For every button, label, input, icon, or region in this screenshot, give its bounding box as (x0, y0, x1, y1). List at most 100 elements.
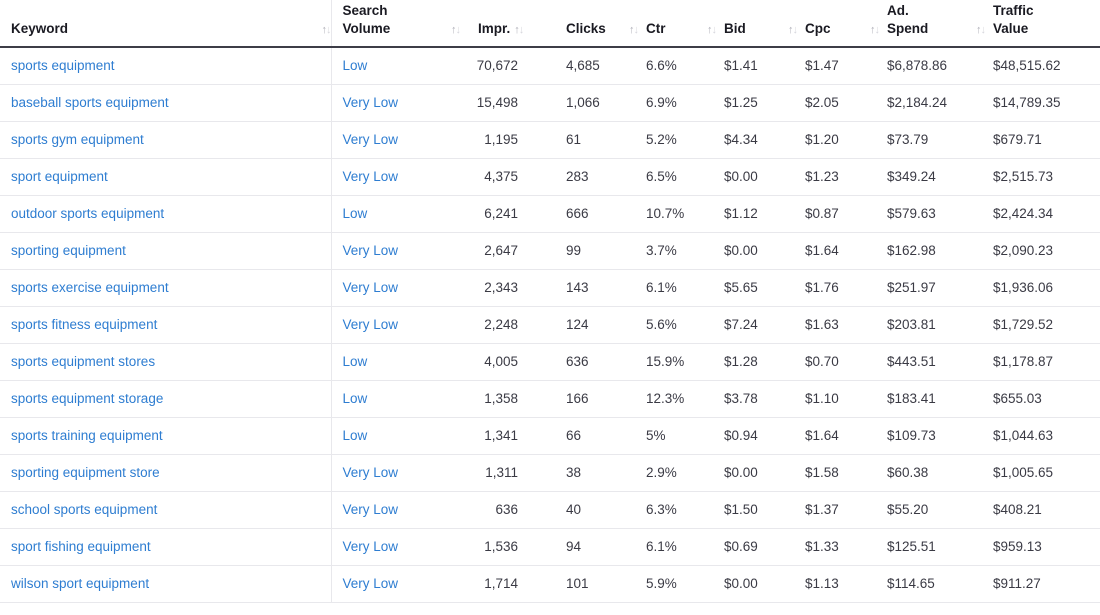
keyword-metrics-table-container: Keyword ↑↓ Search Volume ↑↓ Impr. ↑↓ Clicks ↑↓ Ct… (0, 0, 1100, 615)
column-header-label: Ad. Spend (887, 3, 929, 36)
search-volume-link[interactable]: Very Low (343, 539, 399, 554)
keyword-link[interactable]: sports equipment stores (11, 354, 155, 369)
keyword-link[interactable]: sport equipment (11, 169, 108, 184)
cell-traffic: $655.03 (985, 380, 1100, 418)
sort-toggle-icon[interactable]: ↑↓ (514, 25, 524, 37)
column-header-spend[interactable]: Ad. Spend ↑↓ (879, 0, 986, 48)
search-volume-link[interactable]: Very Low (343, 317, 399, 332)
search-volume-link[interactable]: Low (343, 428, 368, 443)
keyword-link[interactable]: sports training equipment (11, 428, 163, 443)
table-row: sports equipment stores Low 4,005 636 15.9% $… (0, 343, 1100, 381)
cell-volume: Low (330, 195, 460, 233)
search-volume-link[interactable]: Very Low (343, 502, 399, 517)
cell-cpc: $1.23 (797, 158, 879, 196)
search-volume-link[interactable]: Very Low (343, 132, 399, 147)
column-header-keyword[interactable]: Keyword ↑↓ (0, 0, 332, 48)
cell-volume: Very Low (330, 158, 460, 196)
cell-keyword: sport equipment (0, 158, 331, 196)
cell-cpc: $1.64 (797, 232, 879, 270)
table-row: sports training equipment Low 1,341 66 5% $0.… (0, 417, 1100, 455)
cell-volume: Very Low (330, 269, 460, 307)
table-row: sports exercise equipment Very Low 2,343 14… (0, 269, 1100, 307)
cell-bid: $0.69 (716, 528, 797, 566)
cell-spend: $73.79 (879, 121, 985, 159)
keyword-link[interactable]: school sports equipment (11, 502, 157, 517)
cell-spend: $251.97 (879, 269, 985, 307)
cell-cpc: $1.63 (797, 306, 879, 344)
keyword-link[interactable]: sporting equipment (11, 243, 126, 258)
sort-toggle-icon[interactable]: ↑↓ (629, 25, 639, 37)
cell-bid: $1.50 (716, 491, 797, 529)
keyword-link[interactable]: sports equipment storage (11, 391, 163, 406)
search-volume-link[interactable]: Very Low (343, 95, 399, 110)
search-volume-link[interactable]: Low (343, 391, 368, 406)
search-volume-link[interactable]: Low (343, 58, 368, 73)
column-header-ctr[interactable]: Ctr ↑↓ (638, 0, 717, 48)
cell-cpc: $1.10 (797, 380, 879, 418)
column-header-clicks[interactable]: Clicks ↑↓ (548, 0, 639, 48)
cell-clicks: 66 (548, 417, 638, 455)
keyword-link[interactable]: sports equipment (11, 58, 115, 73)
cell-keyword: baseball sports equipment (0, 84, 331, 122)
column-header-impr[interactable]: Impr. ↑↓ (460, 0, 548, 48)
table-row: sports equipment Low 70,672 4,685 6.6% $1.41 $… (0, 47, 1100, 85)
cell-ctr: 12.3% (638, 380, 716, 418)
sort-toggle-icon[interactable]: ↑↓ (322, 25, 332, 37)
cell-impr: 1,341 (460, 417, 548, 455)
column-header-traffic[interactable]: TrafficValue↑↓ (985, 0, 1100, 48)
search-volume-link[interactable]: Low (343, 206, 368, 221)
cell-cpc: $1.58 (797, 454, 879, 492)
keyword-link[interactable]: baseball sports equipment (11, 95, 169, 110)
table-row: school sports equipment Very Low 636 40 6.3%… (0, 491, 1100, 529)
cell-bid: $0.00 (716, 454, 797, 492)
cell-bid: $3.78 (716, 380, 797, 418)
table-header: Keyword ↑↓ Search Volume ↑↓ Impr. ↑↓ Clicks ↑↓ Ct… (0, 0, 1100, 48)
search-volume-link[interactable]: Very Low (343, 169, 399, 184)
cell-clicks: 666 (548, 195, 638, 233)
search-volume-link[interactable]: Very Low (343, 576, 399, 591)
sort-toggle-icon[interactable]: ↑↓ (451, 25, 461, 37)
cell-cpc: $1.13 (797, 565, 879, 603)
cell-cpc: $0.70 (797, 343, 879, 381)
cell-keyword: wilson sport equipment (0, 565, 331, 603)
keyword-link[interactable]: wilson sport equipment (11, 576, 149, 591)
table-row: baseball sports equipment Very Low 15,498 1… (0, 84, 1100, 122)
table-row: sports fitness equipment Very Low 2,248 124… (0, 306, 1100, 344)
cell-spend: $2,184.24 (879, 84, 985, 122)
sort-toggle-icon[interactable]: ↑↓ (976, 25, 986, 37)
cell-cpc: $1.37 (797, 491, 879, 529)
cell-clicks: 1,066 (548, 84, 638, 122)
column-header-volume[interactable]: Search Volume ↑↓ (330, 0, 461, 48)
keyword-link[interactable]: sports exercise equipment (11, 280, 169, 295)
keyword-link[interactable]: sporting equipment store (11, 465, 160, 480)
search-volume-link[interactable]: Low (343, 354, 368, 369)
column-header-bid[interactable]: Bid ↑↓ (716, 0, 798, 48)
search-volume-link[interactable]: Very Low (343, 280, 399, 295)
cell-spend: $579.63 (879, 195, 985, 233)
cell-cpc: $1.33 (797, 528, 879, 566)
column-header-label: Keyword (11, 20, 69, 36)
keyword-link[interactable]: sport fishing equipment (11, 539, 151, 554)
sort-toggle-icon[interactable]: ↑↓ (870, 25, 880, 37)
cell-ctr: 6.3% (638, 491, 716, 529)
cell-traffic: $2,515.73 (985, 158, 1100, 196)
keyword-link[interactable]: outdoor sports equipment (11, 206, 164, 221)
column-header-cpc[interactable]: Cpc ↑↓ (797, 0, 880, 48)
cell-impr: 1,195 (460, 121, 548, 159)
keyword-link[interactable]: sports gym equipment (11, 132, 144, 147)
cell-ctr: 6.9% (638, 84, 716, 122)
sort-toggle-icon[interactable]: ↑↓ (788, 25, 798, 37)
sort-toggle-icon[interactable]: ↑↓ (707, 25, 717, 37)
cell-impr: 6,241 (460, 195, 548, 233)
cell-spend: $6,878.86 (879, 47, 985, 85)
keyword-link[interactable]: sports fitness equipment (11, 317, 157, 332)
cell-ctr: 5.6% (638, 306, 716, 344)
search-volume-link[interactable]: Very Low (343, 465, 399, 480)
cell-spend: $443.51 (879, 343, 985, 381)
cell-keyword: outdoor sports equipment (0, 195, 331, 233)
cell-ctr: 5.9% (638, 565, 716, 603)
cell-volume: Very Low (330, 84, 460, 122)
cell-traffic: $1,005.65 (985, 454, 1100, 492)
search-volume-link[interactable]: Very Low (343, 243, 399, 258)
cell-traffic: $14,789.35 (985, 84, 1100, 122)
